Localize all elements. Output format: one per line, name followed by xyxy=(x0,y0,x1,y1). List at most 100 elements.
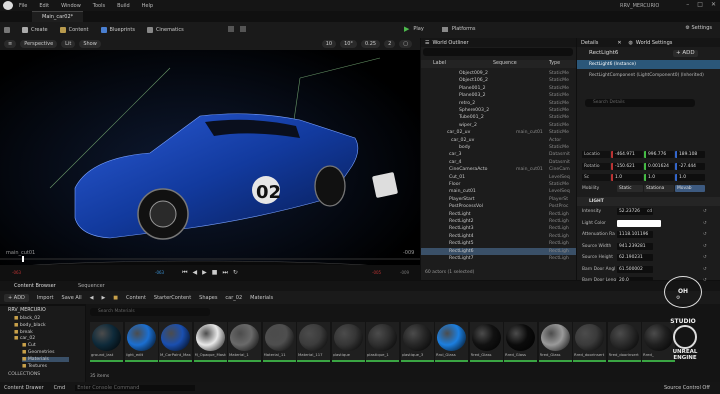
rotation-dropdown[interactable]: Rotatio xyxy=(582,163,610,170)
outliner-row[interactable]: car_4 Datasmit xyxy=(421,159,576,166)
rotation-snap-button[interactable]: 10° xyxy=(340,40,357,48)
outliner-row[interactable]: CineCameraActo main_cut01 CineCam xyxy=(421,166,576,173)
minimize-icon[interactable]: – xyxy=(686,1,689,8)
outliner-row[interactable]: car_02_uv main_cut01 StaticMe xyxy=(421,129,576,136)
cmd-dropdown[interactable]: Cmd xyxy=(54,385,66,391)
tree-folder[interactable]: ■ Materials xyxy=(22,356,69,362)
grid-snap-button[interactable]: 10 xyxy=(321,40,337,48)
import-button[interactable]: Import xyxy=(37,295,54,301)
maximize-viewport-button[interactable]: ▢ xyxy=(399,40,412,48)
outliner-row[interactable]: RectLight4 RectLigh xyxy=(421,233,576,240)
material-asset[interactable]: Rrol_Glass xyxy=(435,322,468,362)
col-type[interactable]: Type xyxy=(549,60,560,68)
mode-select-icon[interactable] xyxy=(228,26,234,32)
sequencer-tab[interactable]: Sequencer xyxy=(78,283,105,289)
jump-start-icon[interactable]: ⏮ xyxy=(182,269,187,277)
outliner-row[interactable]: RectLight5 RectLigh xyxy=(421,240,576,247)
outliner-row[interactable]: body StaticMe xyxy=(421,144,576,151)
create-button[interactable]: Create xyxy=(22,27,48,33)
platforms-button[interactable]: Platforms xyxy=(452,26,476,32)
path-content[interactable]: Content xyxy=(126,295,146,301)
reset-arrow-icon[interactable]: ↺ xyxy=(703,219,707,228)
col-label[interactable]: Label xyxy=(433,60,446,68)
material-asset[interactable]: M_CarPaint_Master_edit xyxy=(159,322,192,362)
material-asset[interactable]: light_edit xyxy=(124,322,158,362)
light-section-header[interactable]: LIGHT xyxy=(577,197,720,206)
level-viewport[interactable]: 02 main_cut01 -009 ≡ Perspective Lit Sho… xyxy=(0,38,420,280)
outliner-row[interactable]: Plane001_2 StaticMe xyxy=(421,85,576,92)
tree-folder[interactable]: ■ black_02 xyxy=(14,316,40,321)
menu-file[interactable]: File xyxy=(19,3,27,9)
property-value[interactable]: 62.190231 xyxy=(617,254,653,261)
outliner-row[interactable]: retro_2 StaticMe xyxy=(421,100,576,107)
menu-window[interactable]: Window xyxy=(61,3,81,9)
details-tab[interactable]: Details xyxy=(581,40,598,46)
material-asset[interactable]: Rred_Glass xyxy=(538,322,572,362)
save-all-button[interactable]: Save All xyxy=(62,295,82,301)
outliner-row[interactable]: Plane003_2 StaticMe xyxy=(421,92,576,99)
cinematics-button[interactable]: Cinematics xyxy=(146,27,184,33)
world-settings-tab[interactable]: World Settings xyxy=(636,40,672,46)
scale-y[interactable]: 1.0 xyxy=(644,174,674,181)
reset-arrow-icon[interactable]: ↺ xyxy=(703,253,707,262)
close-icon[interactable]: ✕ xyxy=(711,1,716,8)
property-value[interactable]: 61.500002 xyxy=(617,265,653,273)
tree-folder[interactable]: ■ Cut xyxy=(22,343,36,348)
property-value[interactable] xyxy=(617,219,661,227)
scale-snap-button[interactable]: 0.25 xyxy=(360,40,381,48)
play-forward-icon[interactable]: ▶ xyxy=(202,269,207,276)
save-button[interactable] xyxy=(4,27,10,33)
outliner-row[interactable]: RectLight3 RectLigh xyxy=(421,225,576,232)
cb-add-button[interactable]: + ADD xyxy=(4,293,29,302)
mobility-movable[interactable]: Movab xyxy=(675,185,705,192)
stop-icon[interactable]: ■ xyxy=(212,269,218,276)
outliner-row[interactable]: car_02_uv Actor xyxy=(421,137,576,144)
outliner-row[interactable]: main_cut01 LevelSeq xyxy=(421,188,576,195)
material-asset[interactable]: Rred_Glass xyxy=(504,322,537,362)
rotation-z[interactable]: -27.444 xyxy=(675,163,705,170)
material-asset[interactable]: Material_11 xyxy=(262,322,296,362)
material-asset[interactable]: Material_1 xyxy=(228,322,261,362)
material-asset[interactable]: Rred_doorinsert xyxy=(573,322,606,362)
tree-folder[interactable]: ■ body_black xyxy=(14,323,46,328)
location-dropdown[interactable]: Locatio xyxy=(582,151,610,158)
path-shapes[interactable]: Shapes xyxy=(199,295,217,301)
details-search[interactable]: Search Details xyxy=(585,99,695,107)
source-control-status[interactable]: Source Control Off xyxy=(664,385,710,391)
path-startercontent[interactable]: StarterContent xyxy=(154,295,191,301)
location-z[interactable]: 189.108 xyxy=(675,151,705,158)
camera-speed-button[interactable]: 2 xyxy=(384,40,396,48)
show-button[interactable]: Show xyxy=(79,40,101,48)
reset-arrow-icon[interactable]: ↺ xyxy=(703,265,707,274)
material-asset[interactable]: Rred_doorinsert xyxy=(607,322,641,362)
reset-arrow-icon[interactable]: ↺ xyxy=(703,230,707,239)
outliner-row[interactable]: RectLight6 RectLigh xyxy=(421,247,576,255)
blueprints-button[interactable]: Blueprints xyxy=(100,27,135,33)
mobility-stationary[interactable]: Stationa xyxy=(644,185,674,192)
tree-folder[interactable]: ■ Geometries xyxy=(22,350,55,355)
material-asset[interactable]: M_Opaque_Master_Ins xyxy=(193,322,227,362)
menu-edit[interactable]: Edit xyxy=(39,3,49,9)
tree-folder[interactable]: ■ break xyxy=(14,330,33,335)
scale-z[interactable]: 1.0 xyxy=(675,174,705,181)
content-button[interactable]: Content xyxy=(59,27,89,33)
outliner-row[interactable]: RectLight7 RectLigh xyxy=(421,255,576,262)
rotation-x[interactable]: -150.621 xyxy=(611,163,643,170)
outliner-row[interactable]: PlayerStart PlayerSt xyxy=(421,196,576,203)
path-car02[interactable]: car_02 xyxy=(225,295,242,301)
nav-back-icon[interactable]: ◀ xyxy=(90,295,94,301)
collections-header[interactable]: COLLECTIONS xyxy=(8,372,40,377)
mobility-static[interactable]: Static xyxy=(617,185,643,192)
perspective-button[interactable]: Perspective xyxy=(20,40,58,48)
add-component-button[interactable]: + ADD xyxy=(673,50,698,57)
mode-landscape-icon[interactable] xyxy=(240,26,246,32)
scale-x[interactable]: 1.0 xyxy=(611,174,643,181)
property-value[interactable]: 1118.101196 xyxy=(617,231,653,238)
path-materials[interactable]: Materials xyxy=(250,295,273,301)
tree-root[interactable]: RRV_MERCURIO xyxy=(8,308,46,313)
instance-row[interactable]: RectLight6 (Instance) xyxy=(577,60,720,69)
content-browser-tab[interactable]: Content Browser xyxy=(14,283,56,289)
jump-end-icon[interactable]: ⏭ xyxy=(222,269,227,277)
material-asset[interactable]: plastique_1 xyxy=(366,322,399,362)
step-back-icon[interactable]: ◀ xyxy=(193,269,198,276)
